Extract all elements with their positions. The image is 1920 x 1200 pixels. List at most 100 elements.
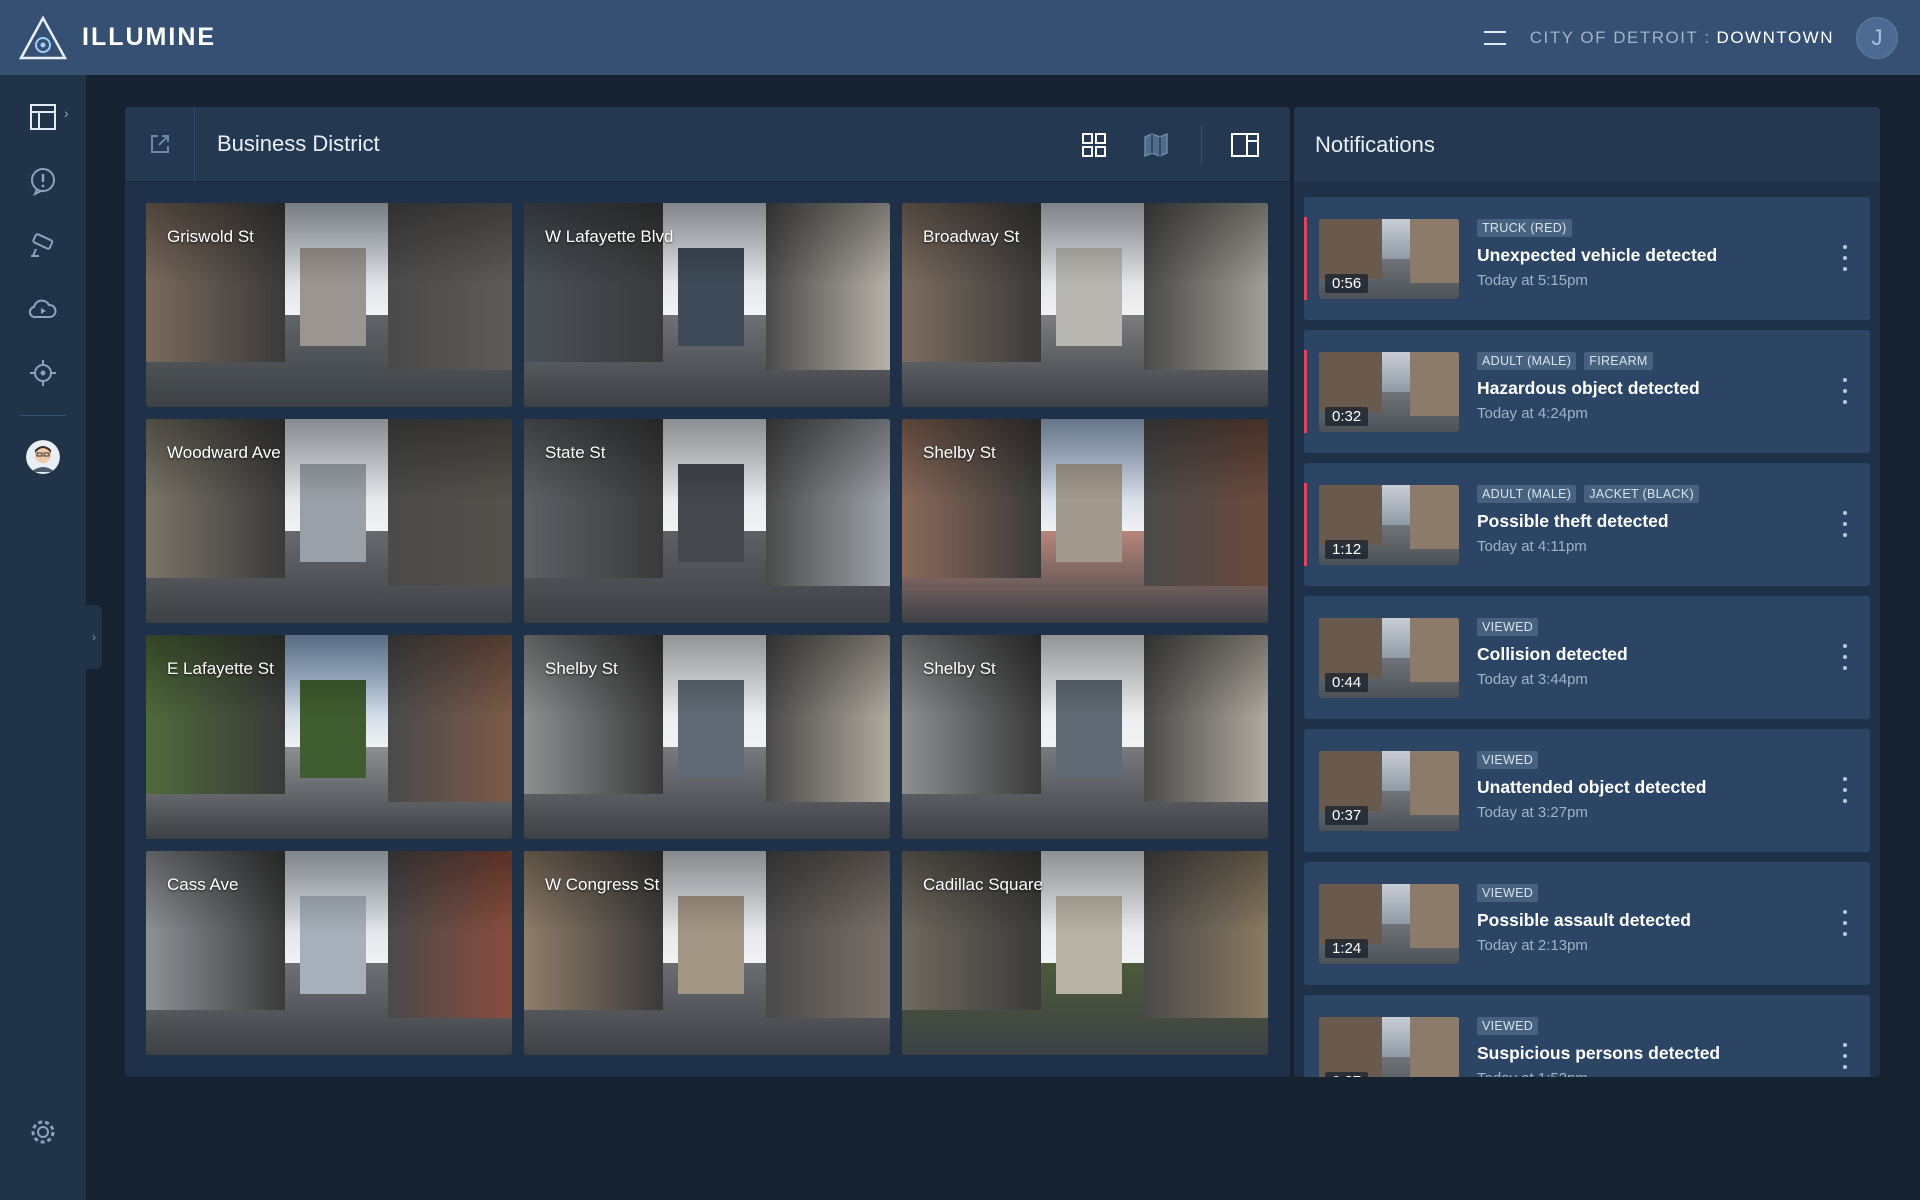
notification-title: Collision detected <box>1477 644 1628 664</box>
video-thumbnail[interactable]: 0:37 <box>1319 751 1459 831</box>
sidebar: › <box>0 75 86 1200</box>
grid-view-button[interactable] <box>1077 128 1111 162</box>
camera-label: Woodward Ave <box>167 443 281 462</box>
location-selector[interactable]: CITY OF DETROIT: DOWNTOWN <box>1530 28 1834 48</box>
map-view-button[interactable] <box>1139 128 1173 162</box>
camera-tile[interactable]: Shelby St <box>902 419 1268 623</box>
user-avatar[interactable]: J <box>1856 16 1898 59</box>
camera-grid: Griswold St W Lafayette Blvd Broadway St Wo… <box>146 203 1268 1055</box>
video-duration: 0:56 <box>1325 274 1369 293</box>
camera-tile[interactable]: Cadillac Square <box>902 851 1268 1055</box>
camera-tile[interactable]: Woodward Ave <box>146 419 512 623</box>
camera-panel: Business District Griswold St W Lafayette… <box>125 107 1290 1077</box>
video-duration: 0:32 <box>1325 407 1369 426</box>
notification-item[interactable]: 1:12 ADULT (MALE) JACKET (BLACK) Possible t… <box>1304 463 1870 586</box>
notification-title: Suspicious persons detected <box>1477 1043 1721 1063</box>
notification-item[interactable]: 0:27 VIEWED Suspicious persons detected Tod… <box>1304 995 1870 1077</box>
notification-item[interactable]: 0:32 ADULT (MALE) FIREARM Hazardous object … <box>1304 330 1870 453</box>
more-options-icon[interactable] <box>1842 1043 1848 1069</box>
alert-icon[interactable] <box>26 164 60 198</box>
video-duration: 0:37 <box>1325 806 1369 825</box>
camera-icon[interactable] <box>26 228 60 262</box>
notification-tag: VIEWED <box>1477 751 1539 769</box>
sidebar-divider <box>20 415 66 416</box>
app-name: ILLUMINE <box>82 23 217 51</box>
more-options-icon[interactable] <box>1842 910 1848 936</box>
notification-title: Possible assault detected <box>1477 910 1691 930</box>
notification-tags: VIEWED <box>1477 751 1546 769</box>
video-thumbnail[interactable]: 0:27 <box>1319 1017 1459 1077</box>
notification-item[interactable]: 0:44 VIEWED Collision detected Today at 3:4… <box>1304 596 1870 719</box>
video-thumbnail[interactable]: 0:44 <box>1319 618 1459 698</box>
logo[interactable]: ILLUMINE <box>18 14 217 61</box>
notification-title: Possible theft detected <box>1477 511 1669 531</box>
popout-button[interactable] <box>125 107 195 182</box>
camera-label: Griswold St <box>167 227 254 246</box>
toolbar-divider <box>1201 124 1202 165</box>
notification-tags: ADULT (MALE) FIREARM <box>1477 352 1661 370</box>
more-options-icon[interactable] <box>1842 644 1848 670</box>
video-thumbnail[interactable]: 1:12 <box>1319 485 1459 565</box>
camera-tile[interactable]: Shelby St <box>524 635 890 839</box>
sidebar-collapse-tab[interactable]: › <box>86 605 102 669</box>
more-options-icon[interactable] <box>1842 245 1848 271</box>
camera-label: Shelby St <box>545 659 618 678</box>
notification-tags: VIEWED <box>1477 884 1546 902</box>
notification-time: Today at 4:11pm <box>1477 538 1587 555</box>
layout-icon[interactable] <box>26 100 60 134</box>
camera-label: State St <box>545 443 606 462</box>
notification-tag: ADULT (MALE) <box>1477 485 1577 503</box>
notification-tag: TRUCK (RED) <box>1477 219 1572 237</box>
panel-layout-icon <box>1231 132 1259 157</box>
panel-header: Business District <box>125 107 1290 182</box>
notification-time: Today at 4:24pm <box>1477 405 1588 422</box>
notification-item[interactable]: 1:24 VIEWED Possible assault detected Today… <box>1304 862 1870 985</box>
notification-tags: VIEWED <box>1477 1017 1546 1035</box>
camera-tile[interactable]: W Congress St <box>524 851 890 1055</box>
more-options-icon[interactable] <box>1842 511 1848 537</box>
notification-title: Unexpected vehicle detected <box>1477 245 1718 265</box>
video-thumbnail[interactable]: 1:24 <box>1319 884 1459 964</box>
more-options-icon[interactable] <box>1842 378 1848 404</box>
notification-tags: VIEWED <box>1477 618 1546 636</box>
camera-label: Shelby St <box>923 659 996 678</box>
notification-tag: VIEWED <box>1477 618 1539 636</box>
notifications-title: Notifications <box>1294 107 1880 182</box>
notification-tag: FIREARM <box>1584 352 1653 370</box>
video-duration: 0:27 <box>1325 1072 1369 1077</box>
profile-avatar[interactable] <box>26 440 60 474</box>
video-duration: 0:44 <box>1325 673 1369 692</box>
menu-icon[interactable] <box>1483 30 1506 45</box>
camera-label: Broadway St <box>923 227 1020 246</box>
camera-tile[interactable]: Shelby St <box>902 635 1268 839</box>
notification-tags: ADULT (MALE) JACKET (BLACK) <box>1477 485 1707 503</box>
more-options-icon[interactable] <box>1842 777 1848 803</box>
notification-tags: TRUCK (RED) <box>1477 219 1580 237</box>
camera-tile[interactable]: State St <box>524 419 890 623</box>
notifications-list: 0:56 TRUCK (RED) Unexpected vehicle detect… <box>1304 197 1870 1077</box>
camera-label: W Congress St <box>545 875 660 894</box>
camera-tile[interactable]: Cass Ave <box>146 851 512 1055</box>
camera-tile[interactable]: Broadway St <box>902 203 1268 407</box>
split-view-button[interactable] <box>1228 128 1262 162</box>
gear-icon[interactable] <box>26 1115 60 1149</box>
notification-item[interactable]: 0:37 VIEWED Unattended object detected Toda… <box>1304 729 1870 852</box>
notification-item[interactable]: 0:56 TRUCK (RED) Unexpected vehicle detect… <box>1304 197 1870 320</box>
cloud-play-icon[interactable] <box>26 292 60 326</box>
target-icon[interactable] <box>26 356 60 390</box>
video-thumbnail[interactable]: 0:56 <box>1319 219 1459 299</box>
notifications-panel: Notifications 0:56 TRUCK (RED) Unexpected … <box>1294 107 1880 1077</box>
camera-label: W Lafayette Blvd <box>545 227 674 246</box>
camera-tile[interactable]: E Lafayette St <box>146 635 512 839</box>
camera-tile[interactable]: Griswold St <box>146 203 512 407</box>
notification-title: Hazardous object detected <box>1477 378 1700 398</box>
camera-label: Cass Ave <box>167 875 239 894</box>
video-thumbnail[interactable]: 0:32 <box>1319 352 1459 432</box>
notification-time: Today at 2:13pm <box>1477 937 1588 954</box>
notification-tag: VIEWED <box>1477 1017 1539 1035</box>
video-duration: 1:24 <box>1325 939 1369 958</box>
camera-tile[interactable]: W Lafayette Blvd <box>524 203 890 407</box>
notification-tag: JACKET (BLACK) <box>1584 485 1699 503</box>
notification-time: Today at 5:15pm <box>1477 272 1588 289</box>
video-duration: 1:12 <box>1325 540 1369 559</box>
